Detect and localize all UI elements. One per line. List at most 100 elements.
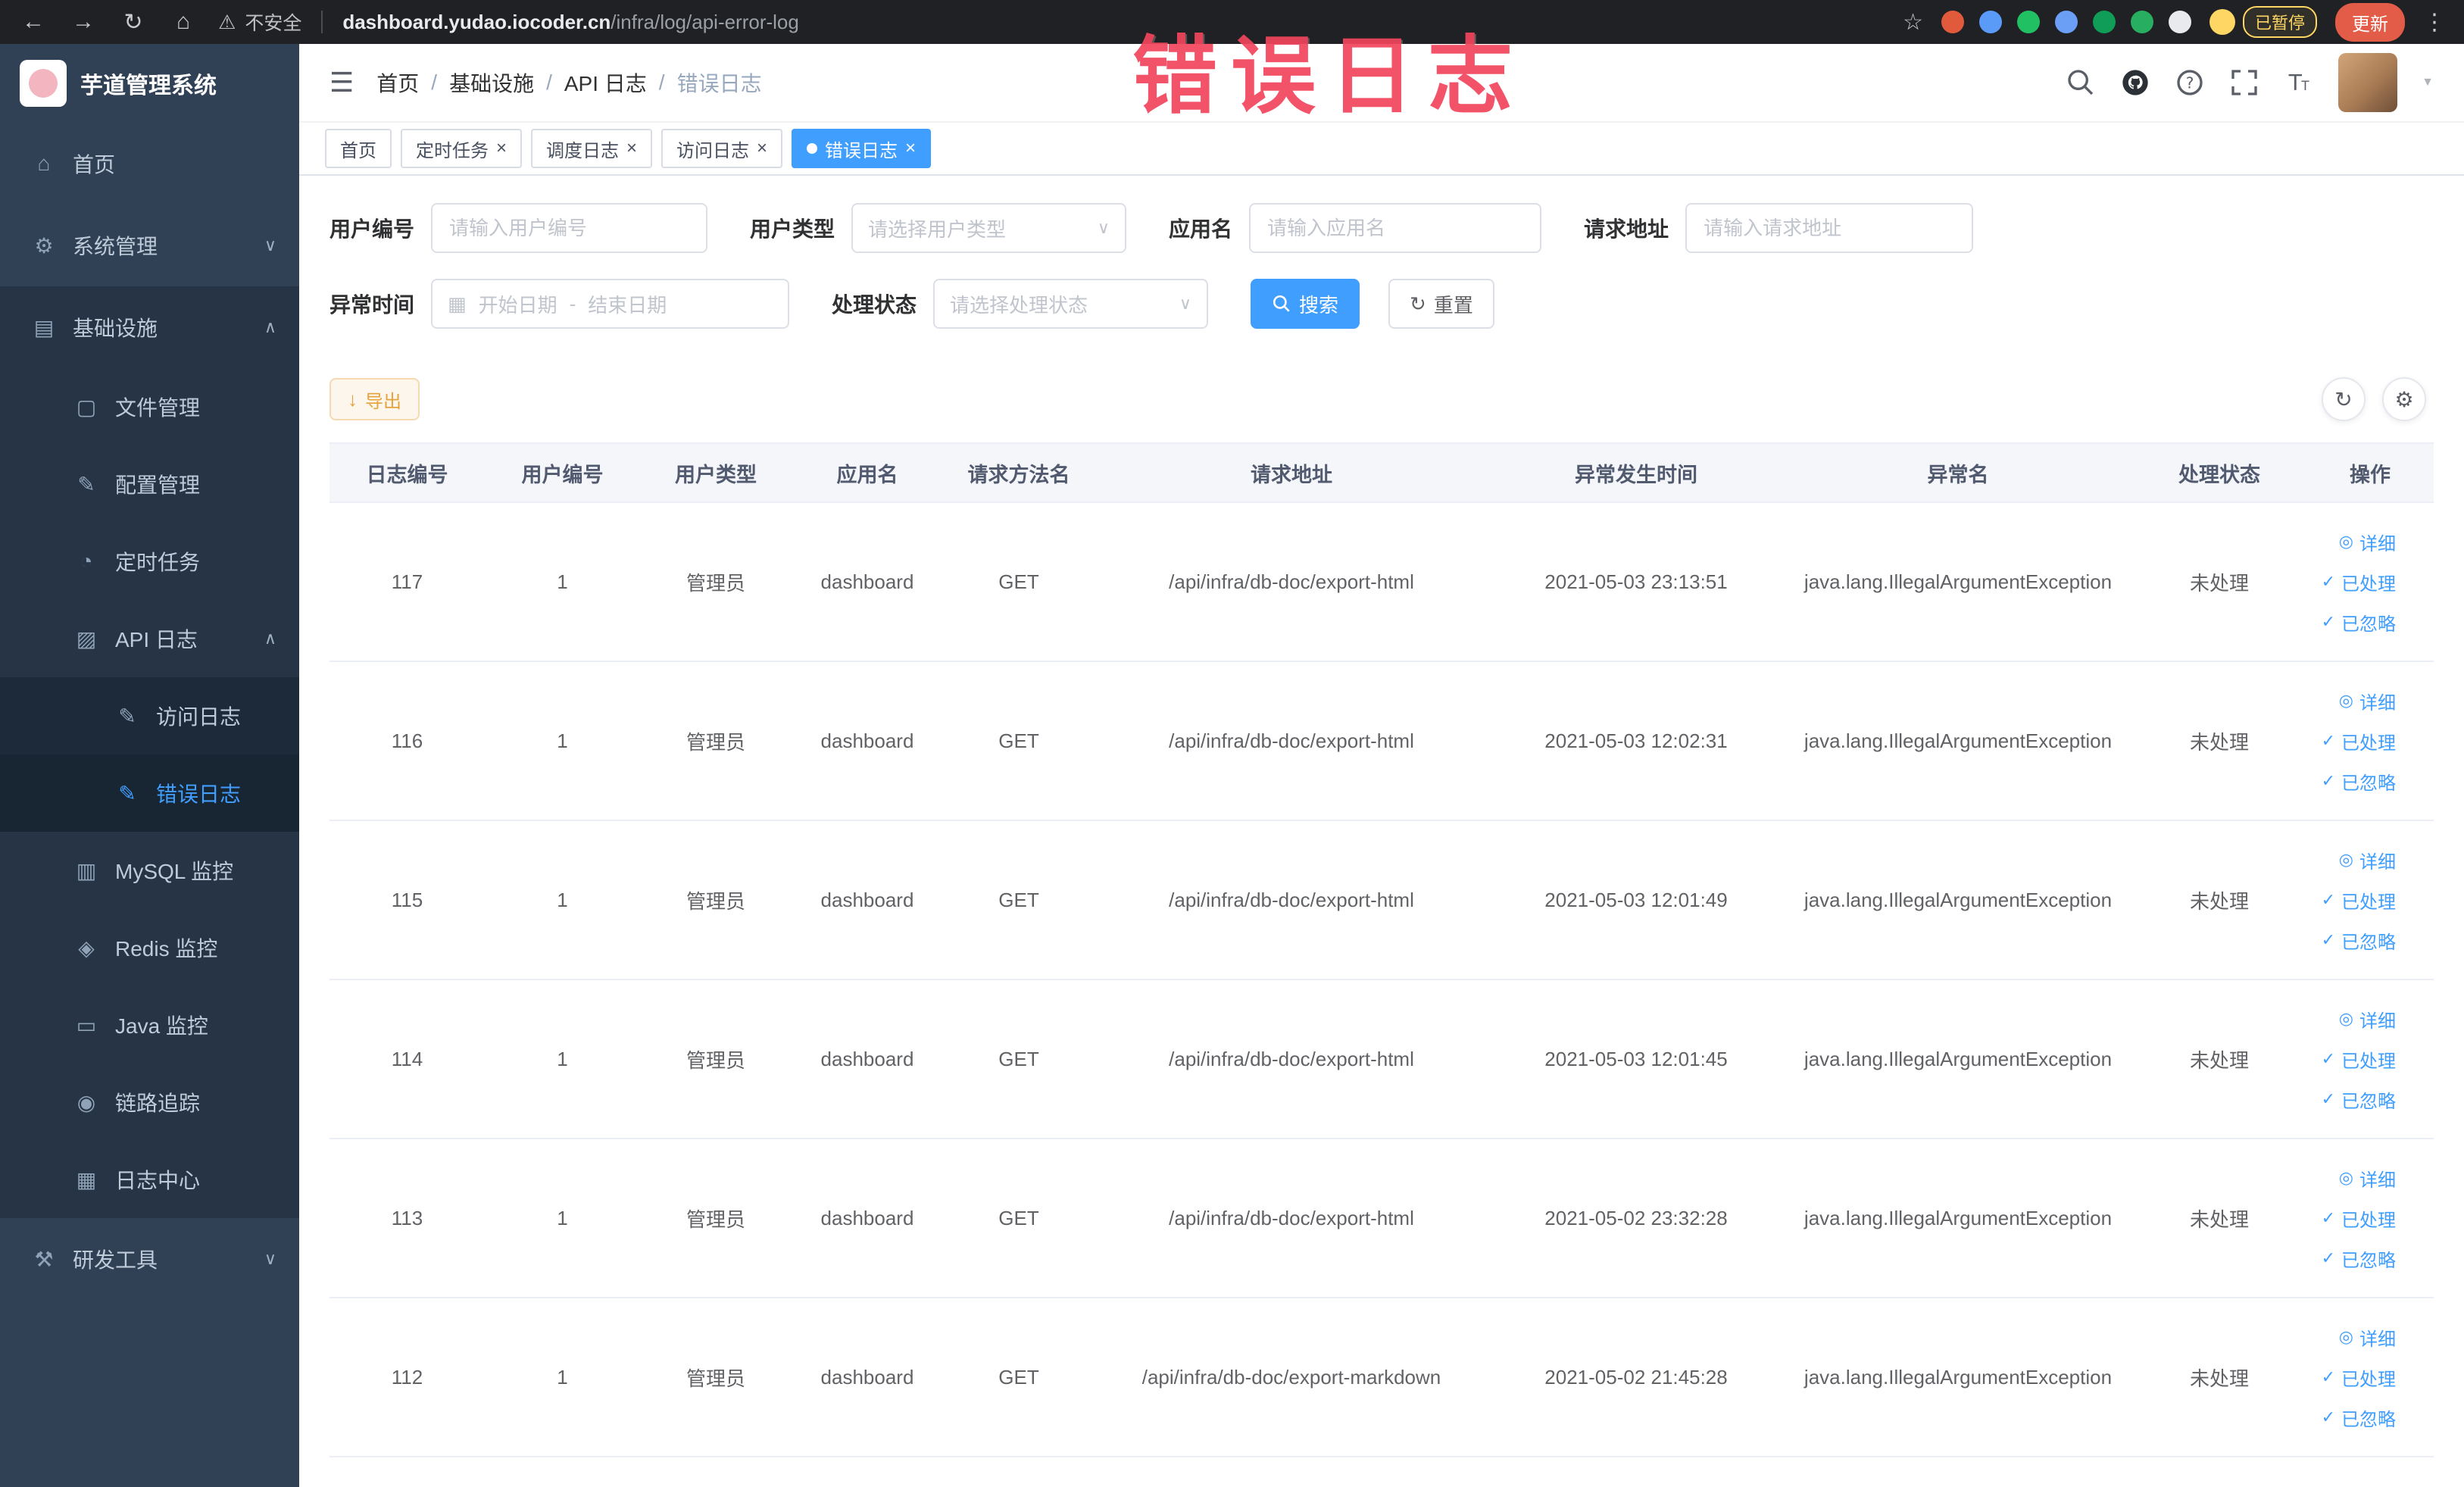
close-icon[interactable]: × — [626, 139, 637, 158]
tab-home[interactable]: 首页 — [325, 129, 392, 168]
cell-exception: java.lang.IllegalArgumentException — [1784, 1139, 2132, 1298]
browser-menu-icon[interactable]: ⋮ — [2423, 9, 2446, 36]
action-process-link[interactable]: ✓ 已处理 — [2322, 728, 2396, 754]
action-process-link[interactable]: ✓ 已处理 — [2322, 1364, 2396, 1391]
check-icon: ✓ — [2321, 1407, 2335, 1426]
action-detail-link[interactable]: ◎ 详细 — [2339, 529, 2396, 555]
cell-status: 未处理 — [2132, 1139, 2306, 1298]
bookmark-star-icon[interactable]: ☆ — [1903, 9, 1923, 36]
gear-icon: ⚙ — [34, 233, 54, 258]
cell-status: 未处理 — [2132, 502, 2306, 662]
action-detail-link[interactable]: ◎ 详细 — [2339, 1165, 2396, 1192]
tab-job-log[interactable]: 调度日志 × — [531, 129, 653, 168]
sidebar-item-trace[interactable]: ◉ 链路追踪 — [0, 1064, 299, 1141]
app-name-input[interactable] — [1249, 203, 1542, 253]
user-type-select[interactable]: 请选择用户类型 ∨ — [851, 203, 1127, 253]
tab-job[interactable]: 定时任务 × — [401, 129, 523, 168]
tab-label: 错误日志 — [825, 140, 898, 161]
back-icon[interactable]: ← — [18, 9, 48, 35]
action-ignore-link[interactable]: ✓ 已忽略 — [2322, 1086, 2396, 1113]
sidebar-item-access-log[interactable]: ✎ 访问日志 — [0, 677, 299, 754]
action-ignore-link[interactable]: ✓ 已忽略 — [2322, 609, 2396, 636]
table-refresh-icon[interactable]: ↻ — [2322, 377, 2366, 421]
export-button[interactable]: ↓ 导出 — [329, 378, 420, 420]
process-status-select[interactable]: 请选择处理状态 ∨ — [933, 279, 1209, 329]
action-process-link[interactable]: ✓ 已处理 — [2322, 887, 2396, 914]
breadcrumb-item[interactable]: 首页 — [376, 67, 419, 98]
chevron-down-icon: ∨ — [1097, 218, 1110, 237]
table-header-row: 日志编号 用户编号 用户类型 应用名 请求方法名 请求地址 异常发生时间 异常名 处理状态 操作 — [329, 442, 2434, 503]
edit-square-icon: ✎ — [77, 472, 95, 496]
profile-chip[interactable]: 已暂停 — [2209, 6, 2317, 38]
column-header-time: 异常发生时间 — [1488, 442, 1784, 503]
github-icon[interactable] — [2120, 67, 2150, 98]
forward-icon[interactable]: → — [68, 9, 98, 35]
sidebar-item-job[interactable]: ◔ 定时任务 — [0, 523, 299, 600]
fullscreen-icon[interactable] — [2229, 67, 2259, 98]
browser-home-icon[interactable]: ⌂ — [168, 9, 198, 35]
breadcrumb-item[interactable]: API 日志 — [564, 67, 647, 98]
action-detail-link[interactable]: ◎ 详细 — [2339, 847, 2396, 873]
sidebar-item-system[interactable]: ⚙ 系统管理 ∨ — [0, 205, 299, 286]
reset-button[interactable]: ↻ 重置 — [1388, 279, 1494, 329]
address-bar[interactable]: dashboard.yudao.iocoder.cn/infra/log/api… — [342, 11, 799, 34]
app-name-filter: 应用名 — [1169, 203, 1542, 253]
extension-blue-grid-icon[interactable] — [2054, 11, 2078, 33]
font-size-icon[interactable]: TT — [2284, 67, 2314, 98]
user-avatar[interactable] — [2338, 53, 2398, 112]
reload-icon[interactable]: ↻ — [118, 9, 148, 36]
action-process-link[interactable]: ✓ 已处理 — [2322, 1046, 2396, 1073]
browser-update-button[interactable]: 更新 — [2335, 2, 2405, 42]
sidebar-item-log-center[interactable]: ▦ 日志中心 — [0, 1141, 299, 1218]
sidebar-logo[interactable]: 芋道管理系统 — [0, 44, 299, 123]
search-button[interactable]: 搜索 — [1251, 279, 1360, 329]
action-process-link[interactable]: ✓ 已处理 — [2322, 569, 2396, 595]
search-icon[interactable] — [2066, 67, 2096, 98]
sidebar-item-mysql[interactable]: ▥ MySQL 监控 — [0, 832, 299, 909]
extension-blue-drop-icon[interactable] — [1978, 11, 2002, 33]
extension-on-badge-icon[interactable] — [2092, 11, 2116, 33]
sidebar-item-api-log[interactable]: ▨ API 日志 ∧ — [0, 600, 299, 677]
action-ignore-link[interactable]: ✓ 已忽略 — [2322, 1245, 2396, 1272]
close-icon[interactable]: × — [757, 139, 767, 158]
download-icon: ↓ — [348, 388, 358, 411]
hamburger-icon[interactable]: ☰ — [329, 67, 354, 98]
column-header-app: 应用名 — [792, 442, 943, 503]
user-id-input[interactable] — [431, 203, 708, 253]
logo-avatar — [20, 60, 67, 107]
action-ignore-link[interactable]: ✓ 已忽略 — [2322, 768, 2396, 795]
sidebar-item-home[interactable]: ⌂ 首页 — [0, 123, 299, 205]
action-detail-link[interactable]: ◎ 详细 — [2339, 1324, 2396, 1351]
extension-paw-icon[interactable] — [2168, 11, 2191, 33]
avatar-caret-down-icon[interactable]: ▼ — [2422, 76, 2434, 89]
action-ignore-link[interactable]: ✓ 已忽略 — [2322, 1404, 2396, 1431]
sidebar-item-error-log[interactable]: ✎ 错误日志 — [0, 754, 299, 832]
cell-app: dashboard — [792, 1298, 943, 1457]
extension-leaf-icon[interactable] — [2130, 11, 2153, 33]
action-detail-link[interactable]: ◎ 详细 — [2339, 1006, 2396, 1032]
exception-time-range-picker[interactable]: ▦ 开始日期 - 结束日期 — [431, 279, 790, 329]
close-icon[interactable]: × — [905, 139, 916, 158]
site-security[interactable]: ⚠ 不安全 — [218, 8, 301, 36]
extension-red-circle-icon[interactable] — [1941, 11, 1964, 33]
table-settings-icon[interactable]: ⚙ — [2382, 377, 2426, 421]
tab-access-log[interactable]: 访问日志 × — [661, 129, 783, 168]
breadcrumb-item[interactable]: 基础设施 — [449, 67, 534, 98]
sidebar-item-label: API 日志 — [115, 628, 198, 651]
sidebar-item-file[interactable]: ▢ 文件管理 — [0, 368, 299, 445]
sidebar-item-dev-tools[interactable]: ⚒ 研发工具 ∨ — [0, 1218, 299, 1300]
sidebar-item-redis[interactable]: ◈ Redis 监控 — [0, 909, 299, 986]
sidebar-item-java[interactable]: ▭ Java 监控 — [0, 986, 299, 1064]
action-ignore-link[interactable]: ✓ 已忽略 — [2322, 927, 2396, 954]
sidebar-item-config[interactable]: ✎ 配置管理 — [0, 445, 299, 523]
request-url-label: 请求地址 — [1584, 217, 1669, 241]
request-url-input[interactable] — [1685, 203, 1974, 253]
close-icon[interactable]: × — [496, 139, 507, 158]
action-detail-link[interactable]: ◎ 详细 — [2339, 688, 2396, 714]
help-icon[interactable]: ? — [2175, 67, 2205, 98]
sidebar-item-infra[interactable]: ▤ 基础设施 ∧ — [0, 286, 299, 368]
action-process-link[interactable]: ✓ 已处理 — [2322, 1205, 2396, 1232]
cell-method: GET — [943, 502, 1095, 662]
extension-green-circle-icon[interactable] — [2016, 11, 2040, 33]
tab-error-log[interactable]: 错误日志 × — [792, 129, 932, 168]
